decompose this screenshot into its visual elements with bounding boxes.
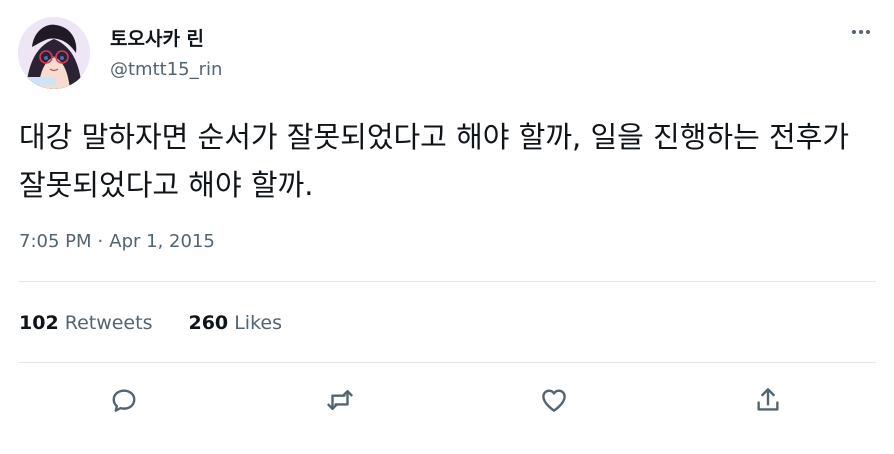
retweet-button[interactable]: [322, 382, 358, 418]
tweet-text: 대강 말하자면 순서가 잘못되었다고 해야 할까, 일을 진행하는 전후가 잘못…: [19, 120, 850, 202]
author-display-name[interactable]: 토오사카 린: [110, 24, 204, 51]
tweet-date-link[interactable]: Apr 1, 2015: [109, 231, 215, 252]
reply-icon: [112, 389, 136, 412]
likes-stat[interactable]: 260 Likes: [188, 312, 282, 334]
author-avatar[interactable]: [18, 17, 90, 89]
share-icon: [757, 388, 779, 411]
avatar-image: [18, 17, 90, 89]
retweet-icon: [327, 390, 353, 410]
timestamp-separator: ·: [97, 231, 104, 252]
tweet-timestamp: 7:05 PM · Apr 1, 2015: [19, 231, 215, 252]
reply-button[interactable]: [106, 382, 142, 418]
retweets-count: 102: [19, 312, 59, 334]
likes-label: Likes: [234, 312, 282, 334]
retweets-label: Retweets: [64, 312, 153, 334]
like-icon: [542, 389, 566, 412]
tweet-actions-bar: [0, 382, 894, 418]
author-handle[interactable]: @tmtt15_rin: [110, 59, 222, 80]
divider-bottom: [19, 362, 876, 363]
tweet-time-link[interactable]: 7:05 PM: [19, 231, 92, 252]
likes-count: 260: [188, 312, 229, 334]
share-button[interactable]: [750, 382, 786, 418]
divider-top: [19, 281, 876, 282]
retweets-stat[interactable]: 102 Retweets: [19, 312, 152, 334]
more-dot-icon: [859, 30, 863, 34]
engagement-stats: 102 Retweets 260 Likes: [19, 312, 282, 334]
more-dot-icon: [852, 30, 856, 34]
more-dot-icon: [866, 30, 870, 34]
like-button[interactable]: [536, 382, 572, 418]
more-options-button[interactable]: [844, 22, 878, 42]
